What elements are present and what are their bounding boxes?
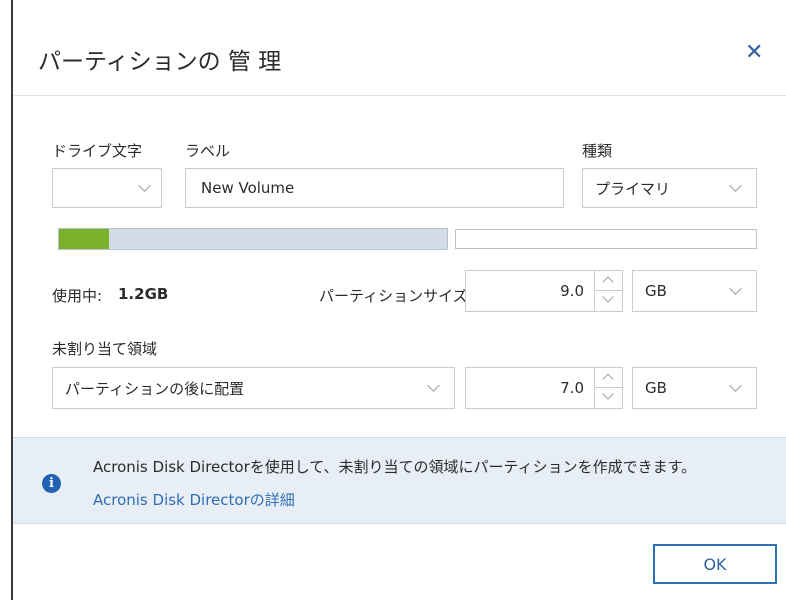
partition-size-slider[interactable] xyxy=(58,228,448,250)
drive-letter-label: ドライブ文字 xyxy=(52,142,143,160)
unallocated-size-input[interactable]: 7.0 xyxy=(465,367,623,409)
chevron-down-icon xyxy=(138,179,151,192)
drive-letter-select[interactable] xyxy=(52,168,162,208)
partition-size-unit-select[interactable]: GB xyxy=(632,270,757,312)
manage-partition-dialog: パーティションの 管 理 ✕ ドライブ文字 ラベル New Volume 種類 … xyxy=(11,0,786,600)
volume-label-label: ラベル xyxy=(185,142,231,160)
unallocated-placement-value: パーティションの後に配置 xyxy=(65,379,245,398)
partition-size-input[interactable]: 9.0 xyxy=(465,270,623,312)
chevron-down-icon xyxy=(729,282,742,295)
increment-icon[interactable] xyxy=(595,368,622,388)
dialog-title: パーティションの 管 理 xyxy=(38,49,282,75)
unallocated-label: 未割り当て領域 xyxy=(52,340,158,358)
ok-button[interactable]: OK xyxy=(653,544,777,584)
decrement-icon[interactable] xyxy=(595,388,622,408)
partition-type-select[interactable]: プライマリ xyxy=(582,168,757,208)
unallocated-unit-select[interactable]: GB xyxy=(632,367,757,409)
chevron-down-icon xyxy=(729,179,742,192)
unallocated-placement-select[interactable]: パーティションの後に配置 xyxy=(52,367,455,409)
unallocated-space-bar xyxy=(455,229,757,249)
chevron-down-icon xyxy=(729,379,742,392)
info-message: Acronis Disk Directorを使用して、未割り当ての領域にパーティ… xyxy=(93,458,697,476)
info-banner xyxy=(13,437,786,524)
increment-icon[interactable] xyxy=(595,271,622,291)
used-space-value: 1.2GB xyxy=(118,285,169,303)
decrement-icon[interactable] xyxy=(595,291,622,311)
unallocated-size-unit: GB xyxy=(645,379,667,397)
volume-label-value: New Volume xyxy=(201,179,295,197)
partition-size-label: パーティションサイズ: xyxy=(319,287,473,305)
used-space-fill xyxy=(59,229,110,249)
partition-type-value: プライマリ xyxy=(595,179,671,198)
volume-label-input[interactable]: New Volume xyxy=(185,168,564,208)
unallocated-size-stepper xyxy=(594,368,622,408)
partition-size-value: 9.0 xyxy=(560,282,584,300)
partition-type-label: 種類 xyxy=(582,142,613,160)
close-icon[interactable]: ✕ xyxy=(745,40,763,65)
used-space-label: 使用中: xyxy=(52,287,103,305)
partition-size-stepper xyxy=(594,271,622,311)
learn-more-link[interactable]: Acronis Disk Directorの詳細 xyxy=(93,489,295,510)
unallocated-size-value: 7.0 xyxy=(560,379,584,397)
chevron-down-icon xyxy=(427,379,440,392)
partition-size-unit: GB xyxy=(645,282,667,300)
info-icon: i xyxy=(42,474,61,493)
header-divider xyxy=(13,95,786,96)
